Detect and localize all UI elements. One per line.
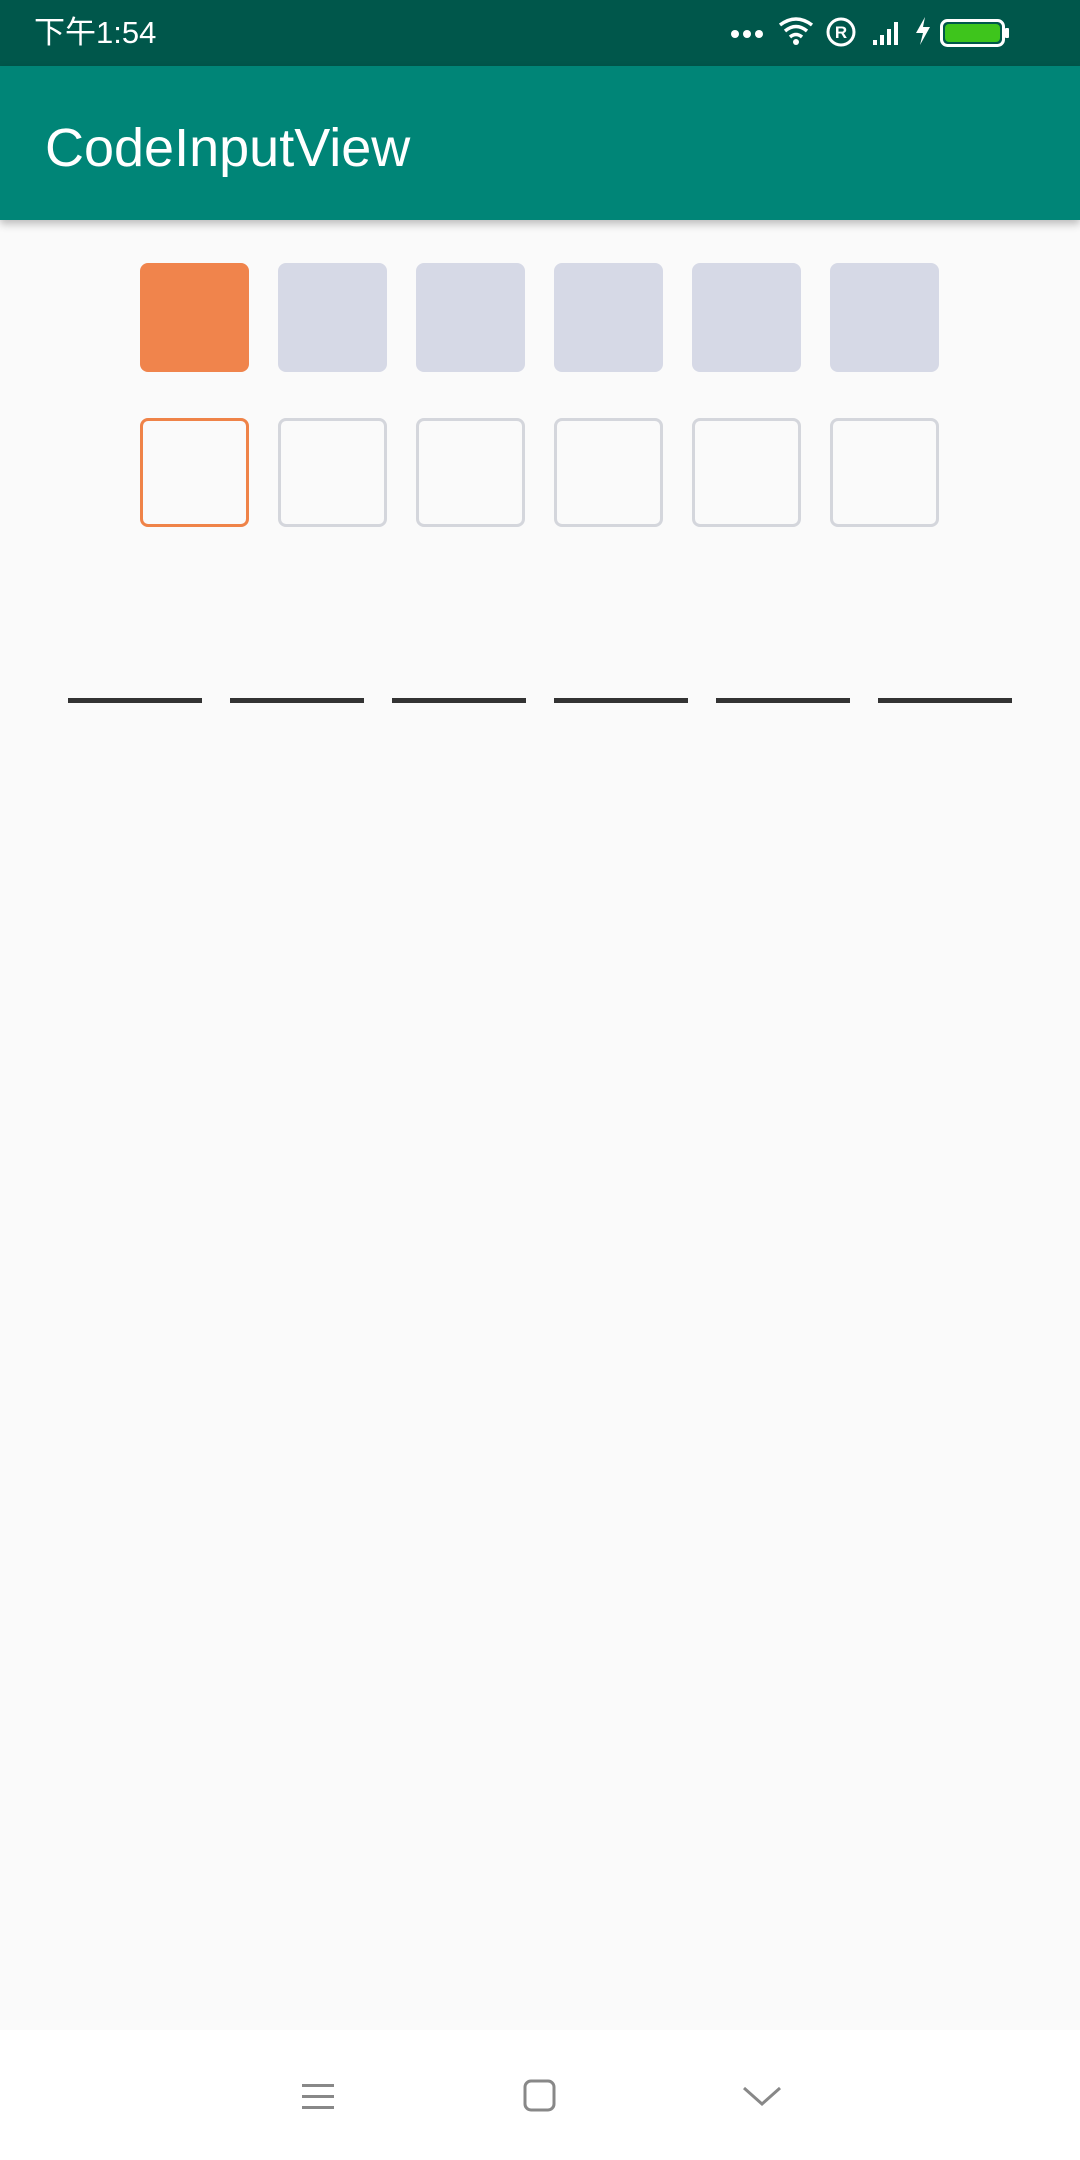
home-icon[interactable] <box>516 2072 564 2120</box>
menu-icon[interactable] <box>294 2072 342 2120</box>
code-cell[interactable] <box>554 418 663 527</box>
code-cell-underline[interactable] <box>392 698 526 703</box>
charging-icon <box>916 17 930 45</box>
code-input-outline[interactable] <box>0 418 1080 528</box>
code-cell[interactable] <box>554 263 663 372</box>
code-cell-underline[interactable] <box>878 698 1012 703</box>
code-cell[interactable] <box>416 263 525 372</box>
status-icons: R <box>730 16 1050 50</box>
navigation-bar <box>0 2030 1080 2160</box>
code-cell[interactable] <box>278 263 387 372</box>
code-cell-underline[interactable] <box>554 698 688 703</box>
code-cell-underline[interactable] <box>230 698 364 703</box>
code-cell[interactable] <box>416 418 525 527</box>
code-cell[interactable] <box>278 418 387 527</box>
code-cell[interactable] <box>830 263 939 372</box>
status-time: 下午1:54 <box>34 15 157 50</box>
code-cell[interactable] <box>140 263 249 372</box>
wifi-icon <box>778 17 814 45</box>
code-cell[interactable] <box>830 418 939 527</box>
registered-icon: R <box>826 17 856 47</box>
signal-icon <box>873 22 898 45</box>
battery-icon <box>940 19 1009 47</box>
app-bar: CodeInputView <box>0 66 1080 220</box>
code-cell[interactable] <box>692 418 801 527</box>
status-bar: 下午1:54 R <box>0 0 1080 66</box>
more-dots-icon <box>731 30 763 38</box>
code-cell[interactable] <box>140 418 249 527</box>
code-cell-underline[interactable] <box>716 698 850 703</box>
code-input-underline[interactable] <box>0 690 1080 710</box>
code-cell[interactable] <box>692 263 801 372</box>
code-cell-underline[interactable] <box>68 698 202 703</box>
back-icon[interactable] <box>738 2072 786 2120</box>
code-input-filled[interactable] <box>0 263 1080 373</box>
svg-text:R: R <box>835 23 847 42</box>
page-title: CodeInputView <box>45 118 411 178</box>
